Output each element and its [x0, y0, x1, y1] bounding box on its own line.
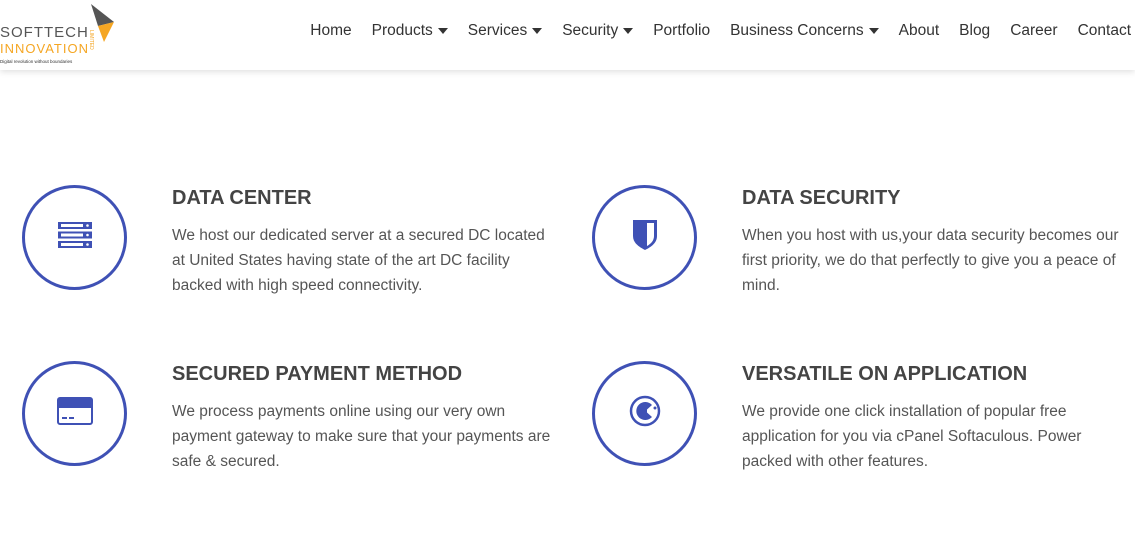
nav-item-label: Contact	[1077, 22, 1131, 39]
feature-title: VERSATILE ON APPLICATION	[742, 363, 1028, 385]
caret-down-icon	[868, 28, 879, 34]
feature-versatile-on-application: VERSATILE ON APPLICATION We provide one c…	[592, 361, 1132, 481]
main-nav: Home Products Services Security Portfolio Bus…	[300, 22, 1131, 40]
nav-item-label: Portfolio	[653, 22, 711, 39]
feature-description: We process payments online using our ver…	[172, 403, 551, 470]
cpanel-icon	[629, 395, 661, 432]
nav-item-label: Blog	[959, 22, 991, 39]
feature-secured-payment-method: SECURED PAYMENT METHOD We process payment…	[22, 361, 562, 481]
logo[interactable]: SOFTTECH INNOVATION LIMITED Digital revo…	[0, 4, 120, 66]
nav-item-blog[interactable]: Blog	[949, 22, 1000, 40]
nav-item-services[interactable]: Services	[458, 22, 552, 40]
caret-down-icon	[532, 28, 543, 34]
nav-item-label: Security	[562, 22, 619, 39]
nav-item-portfolio[interactable]: Portfolio	[643, 22, 720, 40]
nav-item-label: About	[898, 22, 940, 39]
nav-item-products[interactable]: Products	[362, 22, 458, 40]
feature-title: DATA SECURITY	[742, 187, 901, 209]
logo-line1: SOFTTECH	[0, 24, 89, 41]
nav-item-label: Products	[371, 22, 433, 39]
icon-circle	[592, 361, 697, 466]
nav-item-contact[interactable]: Contact	[1068, 22, 1131, 40]
nav-item-security[interactable]: Security	[552, 22, 643, 40]
logo-line2: INNOVATION	[0, 41, 89, 56]
icon-circle	[22, 361, 127, 466]
logo-tagline: Digital revolution without boundaries	[0, 59, 73, 64]
feature-description: We host our dedicated server at a secure…	[172, 227, 545, 294]
feature-description: When you host with us,your data security…	[742, 227, 1119, 294]
shield-icon	[632, 220, 657, 255]
icon-circle	[592, 185, 697, 290]
nav-item-business-concerns[interactable]: Business Concerns	[720, 22, 889, 40]
feature-data-center: DATA CENTER We host our dedicated server …	[22, 185, 562, 305]
site-header: SOFTTECH INNOVATION LIMITED Digital revo…	[0, 0, 1135, 70]
feature-description: We provide one click installation of pop…	[742, 403, 1082, 470]
server-icon	[57, 222, 92, 253]
nav-item-home[interactable]: Home	[300, 22, 361, 40]
nav-item-about[interactable]: About	[889, 22, 950, 40]
nav-item-label: Home	[310, 22, 352, 39]
feature-title: SECURED PAYMENT METHOD	[172, 363, 463, 385]
icon-circle	[22, 185, 127, 290]
nav-item-label: Services	[467, 22, 528, 39]
nav-item-label: Business Concerns	[730, 22, 864, 39]
caret-down-icon	[437, 28, 448, 34]
feature-title: DATA CENTER	[172, 187, 312, 209]
nav-item-career[interactable]: Career	[1000, 22, 1067, 40]
caret-down-icon	[623, 28, 634, 34]
nav-item-label: Career	[1010, 22, 1058, 39]
logo-suffix: LIMITED	[88, 30, 94, 50]
feature-data-security: DATA SECURITY When you host with us,your …	[592, 185, 1132, 305]
credit-card-icon	[56, 397, 93, 430]
